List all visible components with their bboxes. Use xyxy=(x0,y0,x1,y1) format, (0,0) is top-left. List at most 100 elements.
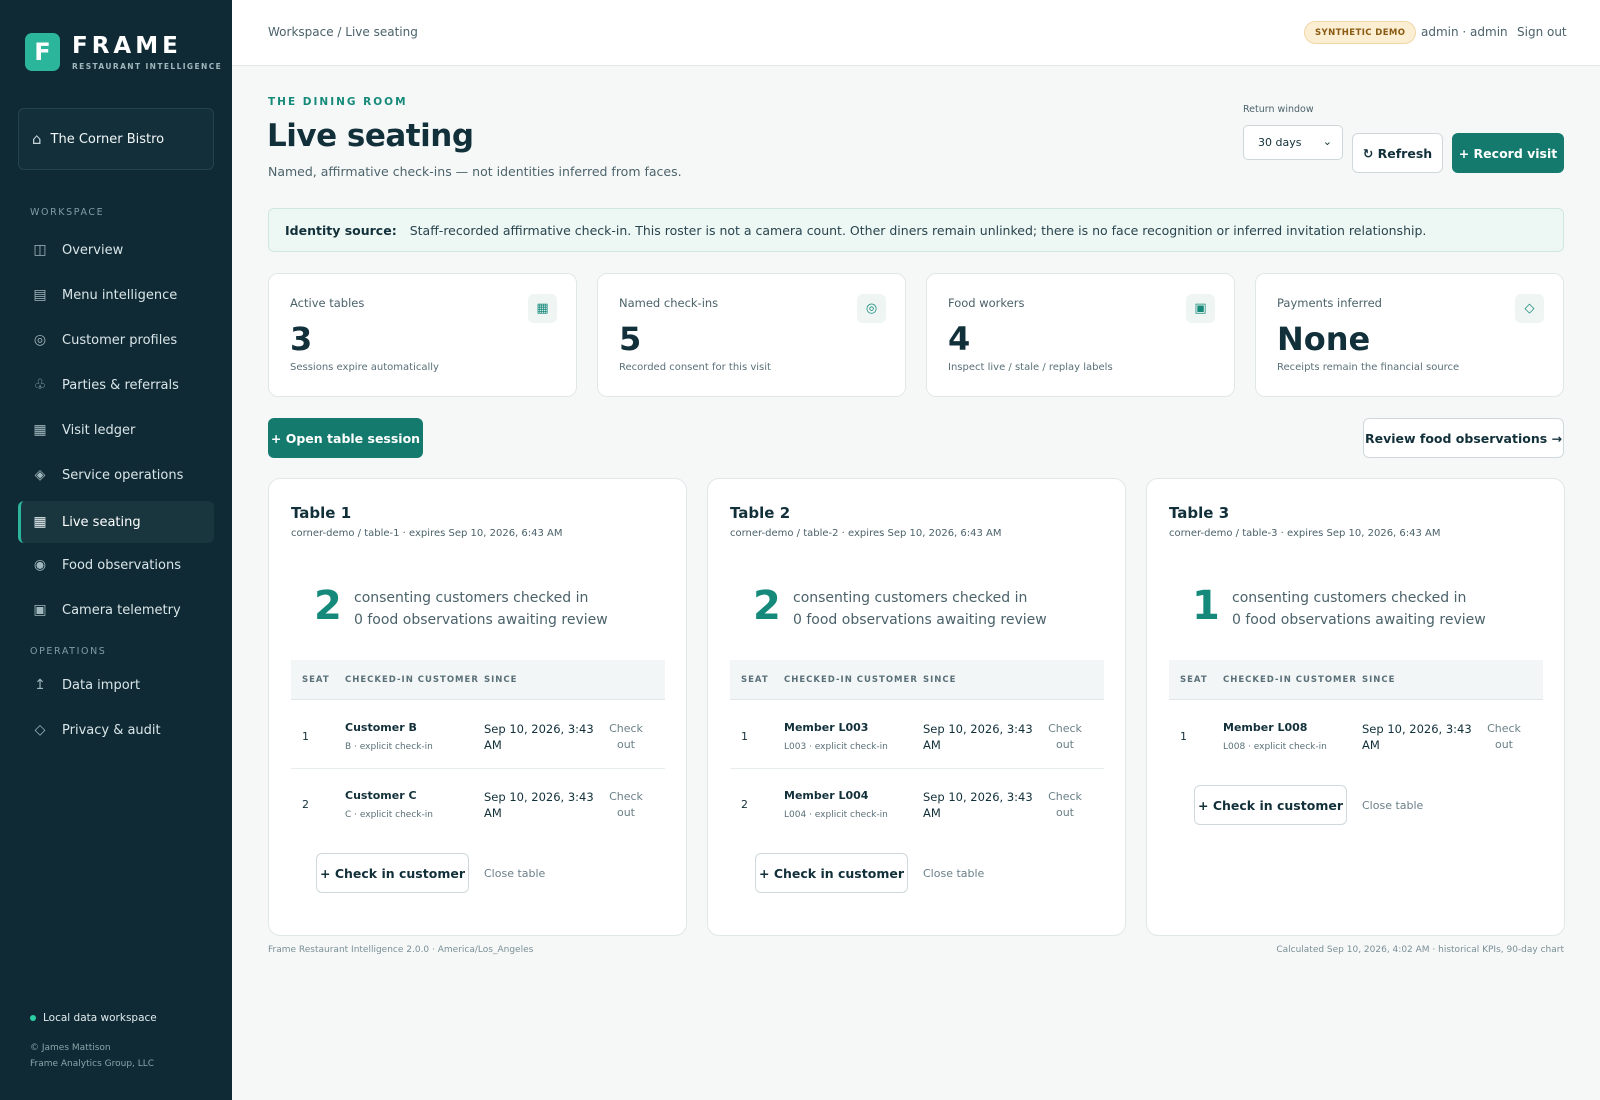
open-table-session-button[interactable]: + Open table session xyxy=(268,418,423,458)
sidebar-item-label: Overview xyxy=(62,242,124,258)
kpi-value: None xyxy=(1277,320,1371,358)
kpi-note: Recorded consent for this visit xyxy=(619,362,771,373)
close-table-link[interactable]: Close table xyxy=(484,867,545,880)
record-visit-button[interactable]: + Record visit xyxy=(1452,133,1564,173)
check-out-button[interactable]: Check out xyxy=(601,789,651,821)
kpi-label: Food workers xyxy=(948,296,1025,310)
sidebar-item-live-seating[interactable]: ▦ Live seating xyxy=(18,501,214,543)
table-header-row: SEAT CHECKED-IN CUSTOMER SINCE xyxy=(730,660,1104,700)
sidebar-item-overview[interactable]: ◫ Overview xyxy=(18,229,214,271)
seat-number: 1 xyxy=(1180,730,1187,743)
kpi-value: 3 xyxy=(290,320,313,358)
eye-icon: ◉ xyxy=(33,557,47,573)
return-window-select[interactable]: 30 days ⌄ xyxy=(1243,125,1343,160)
table-header-row: SEAT CHECKED-IN CUSTOMER SINCE xyxy=(1169,660,1543,700)
table-title: Table 3 xyxy=(1169,504,1230,522)
kpi-card-named-check-ins: Named check-ins 5 Recorded consent for t… xyxy=(597,273,906,397)
customer-name[interactable]: Customer B xyxy=(345,721,417,734)
diamond-icon: ◇ xyxy=(1515,294,1544,323)
sidebar-item-data-import[interactable]: ↥ Data import xyxy=(18,664,214,706)
page-subtitle: Named, affirmative check-ins — not ident… xyxy=(268,164,682,179)
workspace-status: Local data workspace xyxy=(30,1012,157,1024)
close-table-link[interactable]: Close table xyxy=(923,867,984,880)
app-version-footer: Frame Restaurant Intelligence 2.0.0 · Am… xyxy=(268,945,534,955)
customer-name[interactable]: Member L008 xyxy=(1223,721,1307,734)
seat-number: 1 xyxy=(741,730,748,743)
brand-logo-icon: F xyxy=(25,33,60,71)
brand-tagline: RESTAURANT INTELLIGENCE xyxy=(72,61,223,71)
check-out-button[interactable]: Check out xyxy=(601,721,651,753)
check-in-customer-button[interactable]: + Check in customer xyxy=(755,853,908,893)
square-icon: ▣ xyxy=(1186,294,1215,323)
nav-section-workspace: WORKSPACE xyxy=(30,207,105,218)
customer-name[interactable]: Member L003 xyxy=(784,721,868,734)
sidebar-item-label: Menu intelligence xyxy=(62,287,178,303)
sidebar-item-customer-profiles[interactable]: ◎ Customer profiles xyxy=(18,319,214,361)
kpi-value: 4 xyxy=(948,320,971,358)
check-in-customer-button[interactable]: + Check in customer xyxy=(1194,785,1347,825)
refresh-button[interactable]: ↻ Refresh xyxy=(1352,133,1443,173)
customer-subtext: L008 · explicit check-in xyxy=(1223,742,1327,752)
col-seat: SEAT xyxy=(302,675,330,685)
breadcrumb[interactable]: Workspace / Live seating xyxy=(268,25,418,39)
identity-source-label: Identity source: xyxy=(285,222,397,238)
table-row: 1 Member L003 L003 · explicit check-in S… xyxy=(730,701,1104,769)
brand-name: FRAME xyxy=(72,32,182,59)
brand[interactable]: F FRAME RESTAURANT INTELLIGENCE xyxy=(25,33,222,71)
table-row: 1 Member L008 L008 · explicit check-in S… xyxy=(1169,701,1543,769)
table-checkin-caption: consenting customers checked in xyxy=(793,590,1028,606)
kpi-card-food-workers: Food workers 4 Inspect live / stale / re… xyxy=(926,273,1235,397)
sidebar-item-visit-ledger[interactable]: ▦ Visit ledger xyxy=(18,409,214,451)
table-food-caption: 0 food observations awaiting review xyxy=(793,612,1047,628)
sidebar-item-parties-referrals[interactable]: ♧ Parties & referrals xyxy=(18,364,214,406)
seat-number: 1 xyxy=(302,730,309,743)
venue-switcher[interactable]: ⌂ The Corner Bistro xyxy=(18,108,214,170)
customer-subtext: L004 · explicit check-in xyxy=(784,810,888,820)
sidebar-item-label: Customer profiles xyxy=(62,332,178,348)
user-menu[interactable]: admin · admin xyxy=(1421,25,1508,39)
sidebar-item-privacy-audit[interactable]: ◇ Privacy & audit xyxy=(18,709,214,751)
camera-icon: ▣ xyxy=(33,602,47,618)
return-window-label: Return window xyxy=(1243,104,1314,115)
seat-number: 2 xyxy=(302,798,309,811)
chevron-down-icon: ⌄ xyxy=(1322,135,1332,148)
kpi-label: Named check-ins xyxy=(619,296,719,310)
sidebar-item-label: Live seating xyxy=(62,514,141,530)
sidebar-item-camera-telemetry[interactable]: ▣ Camera telemetry xyxy=(18,589,214,631)
nav-section-operations: OPERATIONS xyxy=(30,646,107,657)
close-table-link[interactable]: Close table xyxy=(1362,799,1423,812)
sign-out-link[interactable]: Sign out xyxy=(1517,25,1567,39)
check-out-button[interactable]: Check out xyxy=(1040,789,1090,821)
kpi-label: Payments inferred xyxy=(1277,296,1382,310)
copyright-line-1: © James Mattison xyxy=(30,1043,111,1053)
table-row: 2 Member L004 L004 · explicit check-in S… xyxy=(730,769,1104,837)
sidebar-item-label: Data import xyxy=(62,677,141,693)
check-out-button[interactable]: Check out xyxy=(1040,721,1090,753)
identity-source-text: Staff-recorded affirmative check-in. Thi… xyxy=(409,222,1427,238)
customer-subtext: L003 · explicit check-in xyxy=(784,742,888,752)
sidebar-item-food-observations[interactable]: ◉ Food observations xyxy=(18,544,214,586)
table-checkin-count: 1 xyxy=(1192,583,1220,629)
sidebar-item-menu-intelligence[interactable]: ▤ Menu intelligence xyxy=(18,274,214,316)
calculated-timestamp-footer: Calculated Sep 10, 2026, 4:02 AM · histo… xyxy=(1276,945,1564,955)
sidebar-item-service-operations[interactable]: ◈ Service operations xyxy=(18,454,214,496)
target-icon: ◎ xyxy=(33,332,47,348)
kpi-note: Inspect live / stale / replay labels xyxy=(948,362,1113,373)
table-meta: corner-demo / table-3 · expires Sep 10, … xyxy=(1169,528,1441,539)
sidebar-item-label: Camera telemetry xyxy=(62,602,181,618)
customer-name[interactable]: Member L004 xyxy=(784,789,868,802)
table-meta: corner-demo / table-1 · expires Sep 10, … xyxy=(291,528,563,539)
page-title: Live seating xyxy=(267,118,474,154)
topbar: Workspace / Live seating SYNTHETIC DEMO … xyxy=(232,0,1600,66)
table-food-caption: 0 food observations awaiting review xyxy=(1232,612,1486,628)
check-in-customer-button[interactable]: + Check in customer xyxy=(316,853,469,893)
customer-name[interactable]: Customer C xyxy=(345,789,417,802)
table-food-caption: 0 food observations awaiting review xyxy=(354,612,608,628)
review-food-observations-button[interactable]: Review food observations → xyxy=(1363,418,1564,458)
since-time: Sep 10, 2026, 3:43 AM xyxy=(923,722,1033,752)
check-out-button[interactable]: Check out xyxy=(1479,721,1529,753)
venue-name: The Corner Bistro xyxy=(50,131,165,147)
shield-icon: ◇ xyxy=(34,722,46,738)
target-icon: ◎ xyxy=(857,294,886,323)
kpi-card-payments-inferred: Payments inferred None Receipts remain t… xyxy=(1255,273,1564,397)
